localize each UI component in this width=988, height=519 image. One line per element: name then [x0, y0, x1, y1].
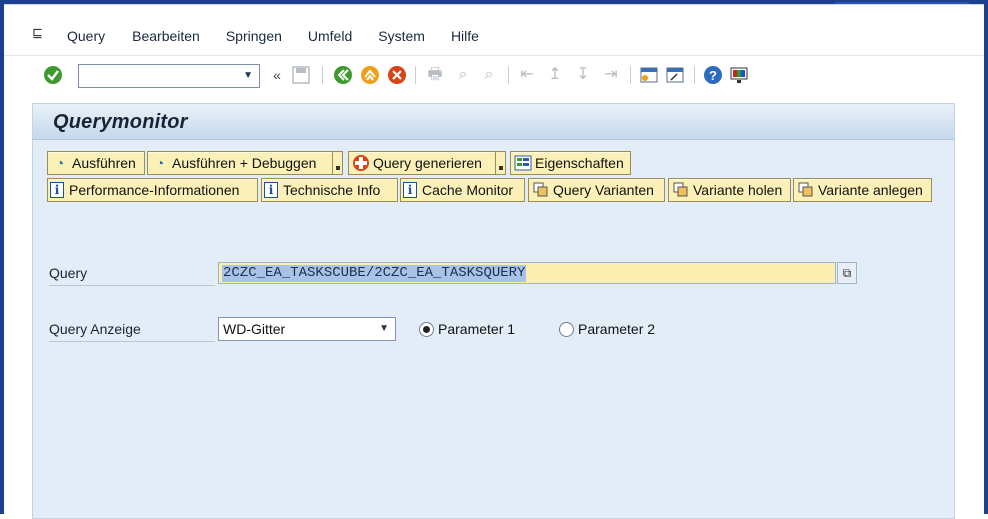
customize-layout-icon[interactable] — [728, 64, 750, 86]
variant-icon — [671, 181, 691, 199]
query-anzeige-label-underline — [49, 341, 215, 342]
radio-parameter-2[interactable]: Parameter 2 — [559, 321, 655, 337]
command-field[interactable]: ▼ — [78, 64, 260, 88]
query-variants-button-label: Query Varianten — [553, 182, 654, 198]
execute-debug-button-label: Ausführen + Debuggen — [172, 155, 317, 171]
window-frame: ▁ ▢ ✕ ⊑ Query Bearbeiten Springen Umfeld… — [0, 0, 988, 519]
create-session-icon[interactable] — [638, 64, 660, 86]
find-icon: ⌕ — [458, 66, 468, 83]
info-icon: i — [50, 182, 64, 198]
execute-debug-icon: ◔ — [155, 155, 165, 171]
cancel-icon[interactable] — [386, 64, 408, 86]
properties-icon — [513, 154, 533, 172]
create-variant-button-label: Variante anlegen — [818, 182, 923, 198]
first-page-icon: ⇤ — [520, 66, 534, 83]
system-menu-icon[interactable]: ⊑ — [32, 25, 50, 40]
get-variant-button-label: Variante holen — [693, 182, 783, 198]
performance-info-button-label: Performance-Informationen — [69, 182, 240, 198]
execute-debug-button[interactable]: ◔ Ausführen + Debuggen — [147, 151, 333, 175]
enter-check-icon[interactable] — [42, 64, 64, 86]
query-label-underline — [49, 285, 215, 286]
page-title: Querymonitor — [53, 111, 188, 133]
generate-icon — [351, 154, 371, 172]
cache-monitor-button[interactable]: i Cache Monitor — [400, 178, 525, 202]
copy-icon[interactable]: ⧉ — [837, 262, 857, 284]
chevron-down-icon[interactable]: ▼ — [243, 70, 253, 81]
performance-info-button[interactable]: i Performance-Informationen — [47, 178, 258, 202]
query-anzeige-value: WD-Gitter — [223, 321, 286, 337]
radio-circle-unchecked[interactable] — [559, 321, 574, 337]
query-label: Query — [49, 265, 88, 281]
menu-springen[interactable]: Springen — [226, 28, 282, 44]
previous-page-icon: ↥ — [548, 66, 562, 83]
menu-bar: ⊑ Query Bearbeiten Springen Umfeld Syste… — [4, 5, 830, 53]
query-anzeige-select[interactable]: WD-Gitter ▼ — [218, 317, 396, 341]
query-input[interactable]: 2CZC_EA_TASKSCUBE/2CZC_EA_TASKSQUERY — [218, 262, 836, 284]
generate-query-button[interactable]: Query generieren — [348, 151, 496, 175]
generate-query-dropdown[interactable] — [496, 151, 506, 175]
last-page-icon: ⇥ — [604, 66, 618, 83]
radio-circle-checked[interactable] — [419, 321, 434, 337]
svg-text:?: ? — [709, 68, 717, 83]
info-icon: i — [264, 182, 278, 198]
back-icon[interactable] — [332, 64, 354, 86]
technical-info-button[interactable]: i Technische Info — [261, 178, 398, 202]
help-icon[interactable]: ? — [702, 64, 724, 86]
menu-bearbeiten[interactable]: Bearbeiten — [132, 28, 200, 44]
sap-window: ⊑ Query Bearbeiten Springen Umfeld Syste… — [4, 4, 984, 519]
execute-button-label: Ausführen — [72, 155, 136, 171]
exit-icon[interactable] — [359, 64, 381, 86]
radio-parameter-1[interactable]: Parameter 1 — [419, 321, 515, 337]
menu-umfeld[interactable]: Umfeld — [308, 28, 352, 44]
cache-monitor-button-label: Cache Monitor — [422, 182, 514, 198]
variant-icon — [796, 181, 816, 199]
chevron-down-icon[interactable]: ▼ — [379, 323, 389, 334]
create-variant-button[interactable]: Variante anlegen — [793, 178, 932, 202]
query-input-value: 2CZC_EA_TASKSCUBE/2CZC_EA_TASKSQUERY — [222, 265, 527, 282]
variant-icon — [531, 181, 551, 199]
print-icon: 🖶 — [427, 66, 443, 83]
standard-toolbar: ▼ « 🖶 ⌕ ⌕ ⇤ ↥ ↧ ⇥ ? — [4, 55, 984, 95]
find-next-icon: ⌕ — [484, 66, 494, 83]
query-variants-button[interactable]: Query Varianten — [528, 178, 665, 202]
collapse-icon[interactable]: « — [266, 64, 288, 86]
next-page-icon: ↧ — [576, 66, 590, 83]
get-variant-button[interactable]: Variante holen — [668, 178, 791, 202]
radio-parameter-1-label: Parameter 1 — [438, 321, 516, 337]
menu-hilfe[interactable]: Hilfe — [451, 28, 479, 44]
screen-titlebar: Querymonitor — [33, 104, 954, 140]
properties-button-label: Eigenschaften — [535, 155, 624, 171]
execute-debug-dropdown[interactable] — [333, 151, 343, 175]
screen-content: Querymonitor ◔ Ausführen ◔ Ausführen + D… — [32, 103, 955, 519]
menu-system[interactable]: System — [378, 28, 425, 44]
generate-query-button-label: Query generieren — [373, 155, 482, 171]
execute-icon: ◔ — [55, 155, 65, 171]
info-icon: i — [403, 182, 417, 198]
menu-items: Query Bearbeiten Springen Umfeld System … — [67, 28, 479, 44]
technical-info-button-label: Technische Info — [283, 182, 381, 198]
radio-parameter-2-label: Parameter 2 — [578, 321, 656, 337]
execute-button[interactable]: ◔ Ausführen — [47, 151, 145, 175]
shortcut-icon[interactable] — [664, 64, 686, 86]
menu-query[interactable]: Query — [67, 28, 105, 44]
save-icon — [290, 64, 312, 86]
properties-button[interactable]: Eigenschaften — [510, 151, 631, 175]
query-anzeige-label: Query Anzeige — [49, 321, 141, 337]
